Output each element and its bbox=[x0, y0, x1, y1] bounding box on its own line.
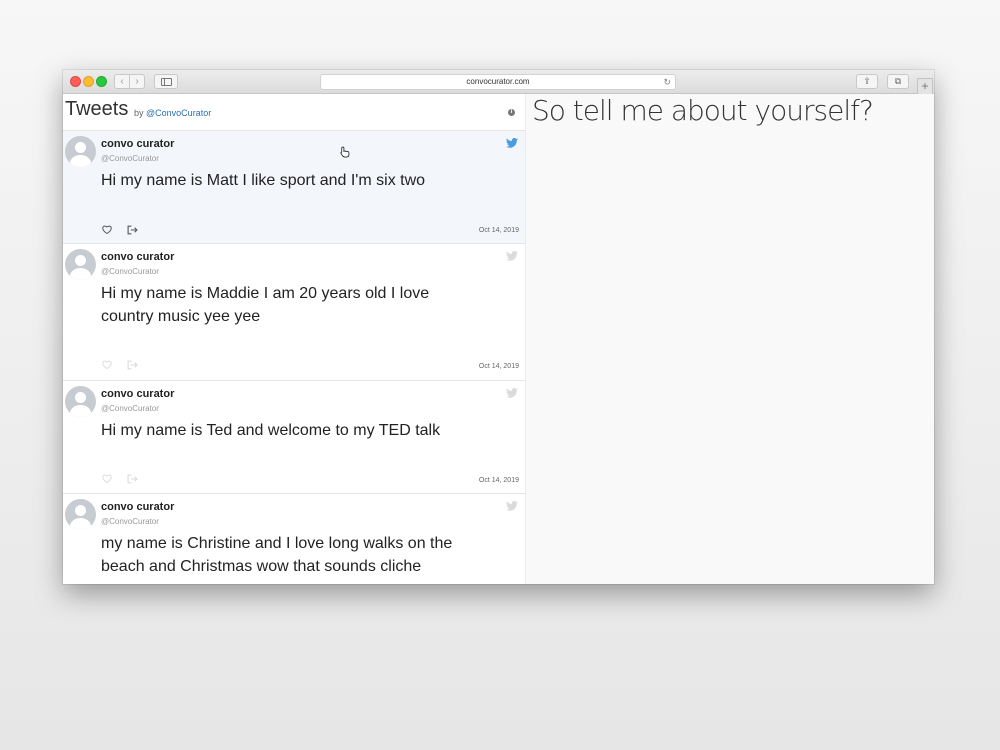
share-tweet-icon[interactable] bbox=[127, 225, 138, 235]
hand-cursor-icon bbox=[340, 146, 350, 158]
tweet-card[interactable]: convo curator @ConvoCurator my name is C… bbox=[63, 493, 525, 584]
tweet-date[interactable]: Oct 14, 2019 bbox=[479, 227, 519, 234]
info-icon[interactable]: i bbox=[508, 109, 515, 116]
close-window-button[interactable] bbox=[70, 76, 81, 87]
tweet-author[interactable]: convo curator bbox=[101, 501, 174, 513]
plus-icon: + bbox=[921, 79, 929, 93]
share-button[interactable]: ⇪ bbox=[856, 74, 878, 89]
byline-prefix: by bbox=[134, 108, 144, 118]
tweet-date[interactable]: Oct 14, 2019 bbox=[479, 477, 519, 484]
address-bar[interactable]: convocurator.com ↻ bbox=[320, 74, 676, 90]
byline-handle-link[interactable]: @ConvoCurator bbox=[146, 108, 211, 118]
avatar[interactable] bbox=[65, 386, 96, 417]
prompt-heading: So tell me about yourself? bbox=[532, 94, 874, 127]
twitter-bird-icon[interactable] bbox=[506, 501, 518, 511]
tweet-text: Hi my name is Maddie I am 20 years old I… bbox=[101, 285, 430, 325]
new-tab-button[interactable]: + bbox=[917, 78, 933, 94]
feed-header: Tweets by @ConvoCurator i bbox=[63, 94, 525, 130]
share-icon: ⇪ bbox=[863, 76, 871, 86]
back-button[interactable]: ‹ bbox=[114, 74, 130, 89]
tweet-handle[interactable]: @ConvoCurator bbox=[101, 404, 159, 413]
share-tweet-icon[interactable] bbox=[127, 474, 138, 484]
tweet-text: Hi my name is Matt I like sport and I'm … bbox=[101, 172, 426, 189]
feed-title: Tweets bbox=[65, 98, 129, 120]
like-heart-icon[interactable] bbox=[102, 474, 112, 483]
browser-window: ‹ › convocurator.com ↻ ⇪ ⧉ + Tweets by @… bbox=[63, 70, 934, 584]
tweet-text: Hi my name is Ted and welcome to my TED … bbox=[101, 422, 441, 439]
tweet-handle[interactable]: @ConvoCurator bbox=[101, 517, 159, 526]
tweet-feed[interactable]: Tweets by @ConvoCurator i convo curator … bbox=[63, 94, 526, 584]
tweet-handle[interactable]: @ConvoCurator bbox=[101, 267, 159, 276]
zoom-window-button[interactable] bbox=[96, 76, 107, 87]
like-heart-icon[interactable] bbox=[102, 225, 112, 234]
minimize-window-button[interactable] bbox=[83, 76, 94, 87]
tweet-card[interactable]: convo curator @ConvoCurator Hi my name i… bbox=[63, 130, 525, 243]
forward-button[interactable]: › bbox=[129, 74, 145, 89]
tweet-text: my name is Christine and I love long wal… bbox=[101, 535, 453, 575]
twitter-bird-icon[interactable] bbox=[506, 138, 518, 148]
twitter-bird-icon[interactable] bbox=[506, 251, 518, 261]
chevron-left-icon: ‹ bbox=[120, 76, 124, 87]
show-tabs-button[interactable]: ⧉ bbox=[887, 74, 909, 89]
tweet-author[interactable]: convo curator bbox=[101, 138, 174, 150]
avatar[interactable] bbox=[65, 249, 96, 280]
tweet-card[interactable]: convo curator @ConvoCurator Hi my name i… bbox=[63, 243, 525, 380]
share-tweet-icon[interactable] bbox=[127, 360, 138, 370]
browser-toolbar: ‹ › convocurator.com ↻ ⇪ ⧉ + bbox=[63, 70, 934, 94]
twitter-bird-icon[interactable] bbox=[506, 388, 518, 398]
tabs-icon: ⧉ bbox=[894, 76, 902, 86]
tweet-author[interactable]: convo curator bbox=[101, 251, 174, 263]
url-text: convocurator.com bbox=[466, 77, 530, 86]
avatar[interactable] bbox=[65, 136, 96, 167]
like-heart-icon[interactable] bbox=[102, 360, 112, 369]
tweet-author[interactable]: convo curator bbox=[101, 388, 174, 400]
avatar[interactable] bbox=[65, 499, 96, 530]
prompt-panel: So tell me about yourself? bbox=[526, 94, 934, 584]
tweet-date[interactable]: Oct 14, 2019 bbox=[479, 363, 519, 370]
sidebar-icon bbox=[161, 78, 172, 86]
sidebar-toggle-button[interactable] bbox=[154, 74, 178, 89]
tweet-handle[interactable]: @ConvoCurator bbox=[101, 154, 159, 163]
feed-byline: by @ConvoCurator bbox=[134, 108, 211, 118]
chevron-right-icon: › bbox=[135, 76, 139, 87]
tweet-card[interactable]: convo curator @ConvoCurator Hi my name i… bbox=[63, 380, 525, 493]
reload-icon[interactable]: ↻ bbox=[663, 75, 671, 89]
